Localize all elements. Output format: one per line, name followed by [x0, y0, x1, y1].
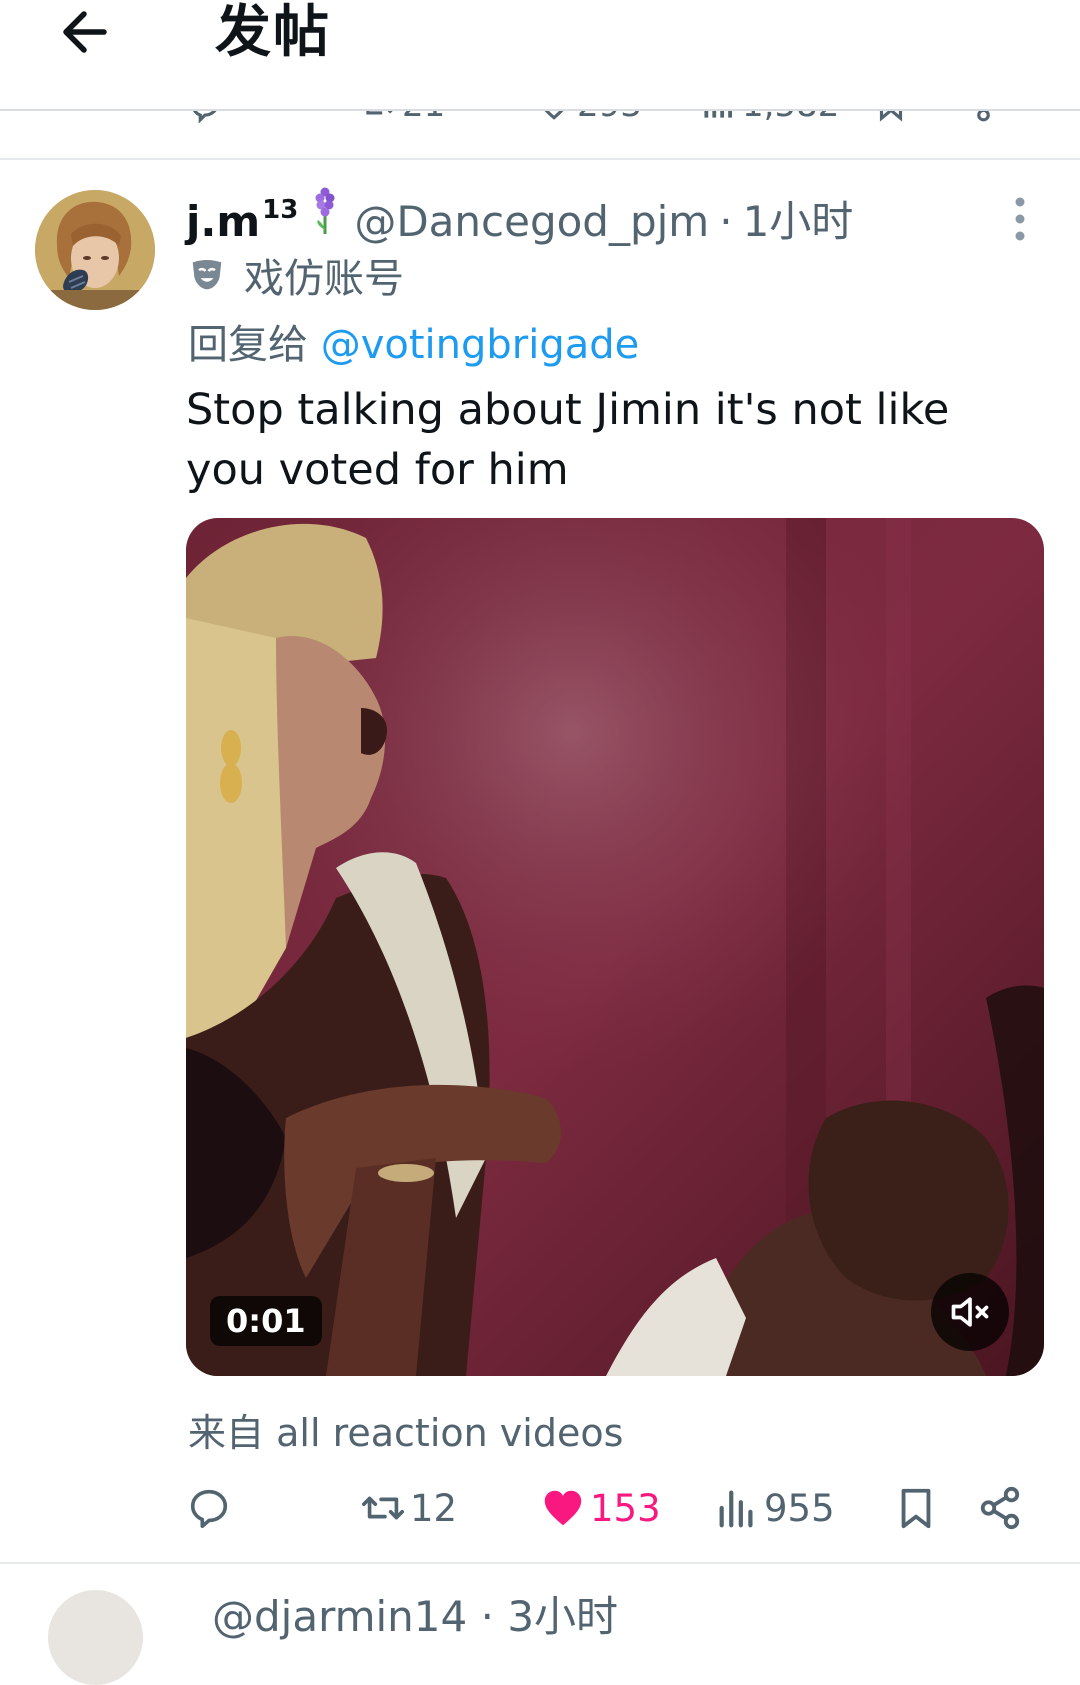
media-source: 来自 all reaction videos [188, 1402, 623, 1457]
bar-chart-icon [719, 1490, 753, 1528]
reply-button[interactable] [186, 1480, 236, 1536]
page-title: 发帖 [215, 0, 331, 65]
back-button[interactable] [56, 4, 116, 64]
mute-toggle-button[interactable] [931, 1273, 1009, 1351]
handle[interactable]: @Dancegod_pjm [354, 197, 709, 246]
share-icon [980, 1486, 1020, 1530]
bookmark-icon [901, 1488, 931, 1529]
tweet-action-bar: 12 153 955 [0, 1480, 1080, 1536]
prev-like-button[interactable]: 293 [535, 111, 642, 125]
avatar-image [35, 190, 155, 310]
speaker-muted-icon [951, 1297, 989, 1327]
display-name-superscript: 13 [262, 195, 299, 225]
hyacinth-flower-icon [310, 186, 340, 236]
reply-icon [190, 1489, 228, 1529]
tweet-text: Stop talking about Jimin it's not like y… [186, 385, 950, 495]
more-vertical-icon [1015, 197, 1025, 241]
next-tweet-avatar[interactable] [48, 1590, 143, 1685]
top-bar: 发帖 [0, 0, 1080, 111]
next-tweet-separator: · [480, 1592, 494, 1641]
prev-bookmark-button[interactable] [872, 111, 910, 123]
like-button[interactable]: 153 [540, 1480, 661, 1536]
prev-retweet-count: 21 [402, 111, 445, 125]
retweet-button[interactable]: 12 [360, 1480, 457, 1536]
source-prefix: 来自 [188, 1411, 265, 1455]
display-name-text: j.m [186, 197, 261, 246]
video-player[interactable]: 0:01 [186, 518, 1044, 1376]
prev-reply-button[interactable] [186, 111, 224, 123]
more-options-button[interactable] [1000, 194, 1040, 244]
prev-views-button[interactable]: 1,582 [700, 111, 839, 125]
prev-views-count: 1,582 [742, 111, 839, 125]
prev-share-button[interactable] [955, 111, 993, 123]
share-button[interactable] [977, 1480, 1023, 1536]
bookmark-button[interactable] [893, 1480, 939, 1536]
video-duration-badge: 0:01 [210, 1296, 322, 1346]
reply-icon [192, 111, 217, 123]
separator-dot: · [719, 197, 733, 246]
tweet-header: j.m13 @Dancegod_pjm · 1小时 [186, 186, 853, 246]
reply-prefix: 回复给 [188, 322, 308, 368]
display-name[interactable]: j.m13 [186, 195, 298, 246]
previous-tweet-action-bar: 21 293 1,582 [0, 111, 1080, 125]
bookmark-icon [879, 111, 903, 122]
video-frame [186, 518, 1044, 1376]
views-button[interactable]: 955 [714, 1480, 835, 1536]
retweet-count: 12 [410, 1486, 458, 1530]
share-icon [977, 111, 990, 122]
tweet-divider-bottom [0, 1562, 1080, 1564]
next-tweet-handle[interactable]: @djarmin14 [212, 1592, 467, 1641]
parody-label-text: 戏仿账号 [244, 256, 404, 302]
avatar[interactable] [35, 190, 155, 310]
reply-to-link[interactable]: @votingbrigade [321, 322, 640, 368]
source-name[interactable]: all reaction videos [276, 1411, 623, 1455]
prev-like-count: 293 [577, 111, 642, 125]
parody-label: 戏仿账号 [188, 246, 404, 304]
next-tweet-header: @djarmin14 · 3小时 [212, 1583, 618, 1644]
heart-icon [544, 111, 564, 120]
tweet-divider [0, 158, 1080, 160]
next-tweet-timestamp[interactable]: 3小时 [507, 1592, 618, 1641]
retweet-icon [362, 1496, 404, 1520]
header-divider [0, 109, 1080, 111]
theater-mask-icon [192, 259, 222, 290]
retweet-icon [366, 111, 393, 115]
timestamp[interactable]: 1小时 [743, 188, 854, 249]
reply-context: 回复给 @votingbrigade [188, 312, 639, 370]
like-count: 153 [590, 1486, 661, 1530]
views-count: 955 [764, 1486, 835, 1530]
bar-chart-icon [704, 111, 732, 118]
prev-retweet-button[interactable]: 21 [360, 111, 445, 125]
arrow-left-icon [63, 11, 107, 53]
heart-filled-icon [544, 1490, 582, 1526]
